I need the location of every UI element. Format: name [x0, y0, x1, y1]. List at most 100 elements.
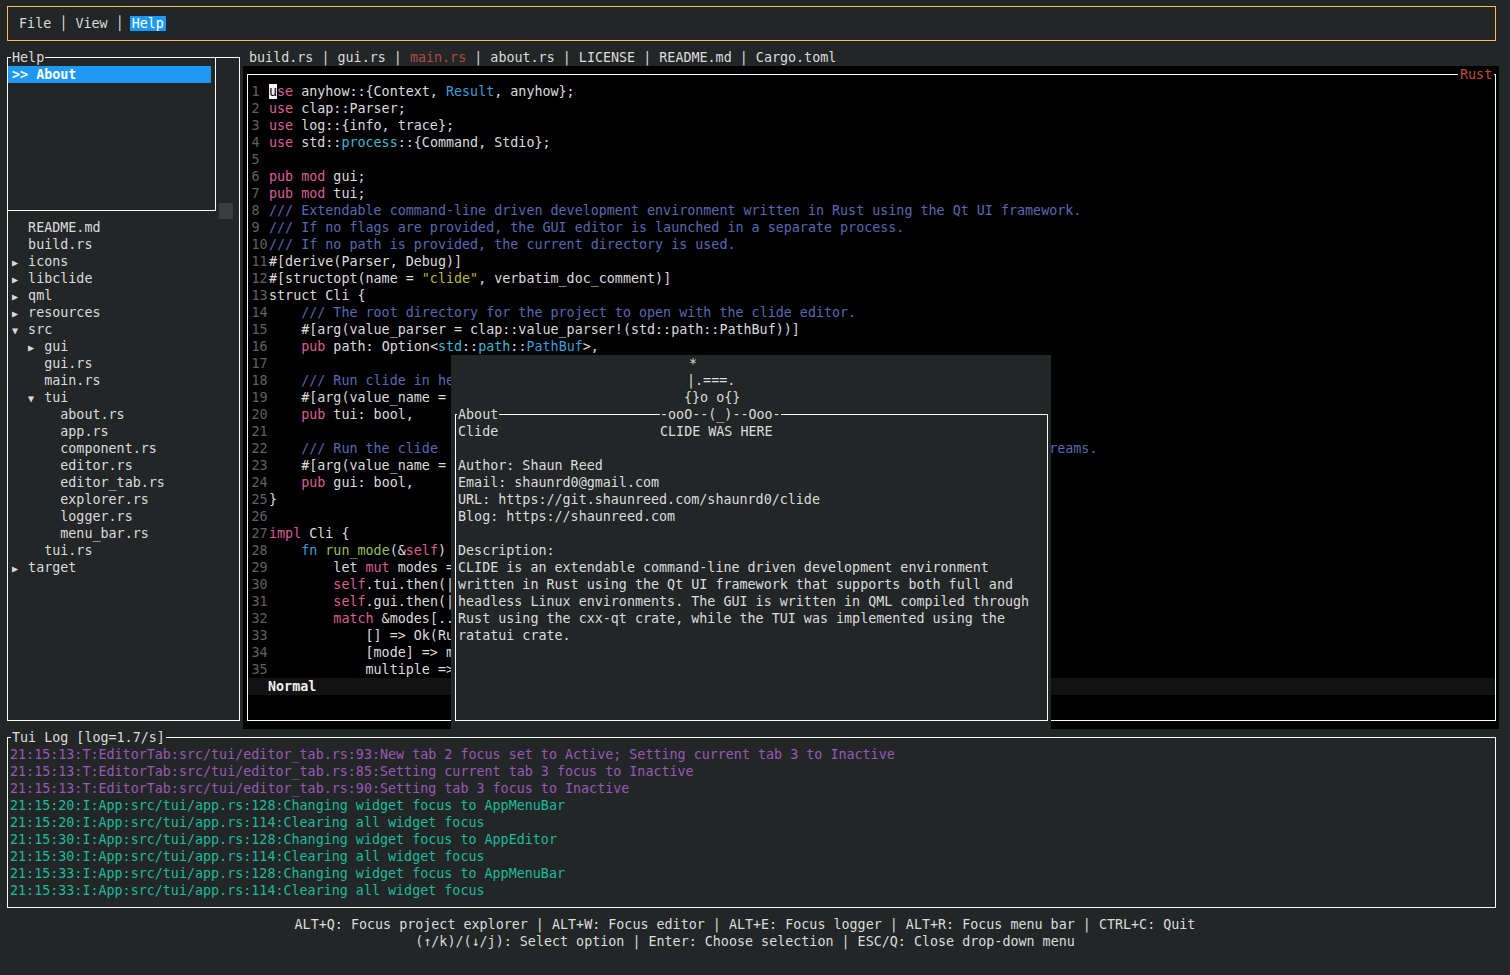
menu-item-view[interactable]: View — [75, 16, 107, 31]
menu-item-file[interactable]: File — [19, 16, 51, 31]
line-number: 14 — [252, 304, 268, 321]
log-entry-6: 21:15:30:I:App:src/tui/app.rs:128:Changi… — [10, 831, 895, 848]
code-line-11[interactable]: 11#[derive(Parser, Debug)] — [269, 253, 1097, 270]
tree-item-target[interactable]: ▶target — [5, 559, 235, 576]
tree-item-editor-tab-rs[interactable]: editor_tab.rs — [5, 474, 235, 491]
tab-separator: | — [313, 50, 337, 65]
about-dialog-frame — [455, 414, 1048, 721]
line-number: 3 — [252, 117, 260, 134]
tree-item-build-rs[interactable]: build.rs — [5, 236, 235, 253]
tree-item-resources[interactable]: ▶resources — [5, 304, 235, 321]
editor-tab-bar: build.rs | gui.rs | main.rs | about.rs |… — [249, 49, 836, 66]
line-number: 27 — [252, 525, 268, 542]
tree-item-tui[interactable]: ▼tui — [5, 389, 235, 406]
log-entry-4: 21:15:20:I:App:src/tui/app.rs:128:Changi… — [10, 797, 895, 814]
code-line-8[interactable]: 8/// Extendable command-line driven deve… — [269, 202, 1097, 219]
line-number: 19 — [252, 389, 268, 406]
tab-about-rs[interactable]: about.rs — [490, 50, 554, 65]
help-item-about[interactable]: >> About — [12, 66, 76, 83]
tab-build-rs[interactable]: build.rs — [249, 50, 313, 65]
line-number: 12 — [252, 270, 268, 287]
line-number: 23 — [252, 457, 268, 474]
tab-readme-md[interactable]: README.md — [659, 50, 731, 65]
code-line-6[interactable]: 6pub mod gui; — [269, 168, 1097, 185]
tree-item-about-rs[interactable]: about.rs — [5, 406, 235, 423]
tree-item-logger-rs[interactable]: logger.rs — [5, 508, 235, 525]
line-number: 9 — [252, 219, 260, 236]
tab-license[interactable]: LICENSE — [579, 50, 635, 65]
ascii-art-line2: |.===. — [687, 372, 735, 389]
tree-item-tui-rs[interactable]: tui.rs — [5, 542, 235, 559]
tab-separator: | — [466, 50, 490, 65]
code-line-7[interactable]: 7pub mod tui; — [269, 185, 1097, 202]
tree-item-explorer-rs[interactable]: explorer.rs — [5, 491, 235, 508]
tab-separator: | — [732, 50, 756, 65]
menu-item-help[interactable]: Help — [130, 16, 166, 31]
line-number: 10 — [252, 236, 268, 253]
tree-item-label: editor_tab.rs — [60, 475, 165, 490]
menu-separator: │ — [108, 16, 132, 31]
log-entry-3: 21:15:13:T:EditorTab:src/tui/editor_tab.… — [10, 780, 895, 797]
tree-item-label: menu_bar.rs — [60, 526, 148, 541]
tab-separator: | — [555, 50, 579, 65]
tree-item-gui-rs[interactable]: gui.rs — [5, 355, 235, 372]
log-entries: 21:15:13:T:EditorTab:src/tui/editor_tab.… — [10, 746, 895, 899]
tree-item-app-rs[interactable]: app.rs — [5, 423, 235, 440]
line-number: 11 — [252, 253, 268, 270]
chevron-right-icon: ▶ — [12, 305, 28, 322]
code-line-13[interactable]: 13struct Cli { — [269, 287, 1097, 304]
code-line-3[interactable]: 3use log::{info, trace}; — [269, 117, 1097, 134]
line-number: 30 — [252, 576, 268, 593]
line-number: 32 — [252, 610, 268, 627]
tree-item-label: target — [28, 560, 76, 575]
tab-cargo-toml[interactable]: Cargo.toml — [756, 50, 836, 65]
tree-item-icons[interactable]: ▶icons — [5, 253, 235, 270]
tree-item-gui[interactable]: ▶gui — [5, 338, 235, 355]
tree-item-menu-bar-rs[interactable]: menu_bar.rs — [5, 525, 235, 542]
tree-item-label: main.rs — [44, 373, 100, 388]
ascii-art-line4: -ooO--(_)--Ooo- — [660, 406, 781, 423]
line-number: 26 — [252, 508, 268, 525]
code-line-15[interactable]: 15 #[arg(value_parser = clap::value_pars… — [269, 321, 1097, 338]
tree-item-label: tui.rs — [44, 543, 92, 558]
language-badge: Rust — [1458, 66, 1494, 83]
cursor: u — [269, 84, 277, 99]
menu-bar — [7, 6, 1496, 41]
log-entry-5: 21:15:20:I:App:src/tui/app.rs:114:Cleari… — [10, 814, 895, 831]
line-number: 2 — [252, 100, 260, 117]
chevron-right-icon: ▶ — [12, 288, 28, 305]
tree-item-libclide[interactable]: ▶libclide — [5, 270, 235, 287]
log-entry-8: 21:15:33:I:App:src/tui/app.rs:128:Changi… — [10, 865, 895, 882]
explorer-scrollbar-thumb[interactable] — [219, 203, 233, 219]
tree-item-label: libclide — [28, 271, 92, 286]
tree-item-editor-rs[interactable]: editor.rs — [5, 457, 235, 474]
code-line-14[interactable]: 14 /// The root directory for the projec… — [269, 304, 1097, 321]
code-line-2[interactable]: 2use clap::Parser; — [269, 100, 1097, 117]
tree-item-readme-md[interactable]: README.md — [5, 219, 235, 236]
help-dropdown-title: Help — [11, 49, 45, 66]
tree-item-label: logger.rs — [60, 509, 132, 524]
code-line-5[interactable]: 5 — [269, 151, 1097, 168]
line-number: 4 — [252, 134, 260, 151]
line-number: 7 — [252, 185, 260, 202]
tab-main-rs[interactable]: main.rs — [410, 50, 466, 65]
tree-item-main-rs[interactable]: main.rs — [5, 372, 235, 389]
tree-item-label: resources — [28, 305, 100, 320]
tree-item-label: editor.rs — [60, 458, 132, 473]
chevron-right-icon: ▶ — [12, 560, 28, 577]
code-line-4[interactable]: 4use std::process::{Command, Stdio}; — [269, 134, 1097, 151]
tree-item-component-rs[interactable]: component.rs — [5, 440, 235, 457]
tab-gui-rs[interactable]: gui.rs — [338, 50, 386, 65]
line-number: 16 — [252, 338, 268, 355]
tree-item-src[interactable]: ▼src — [5, 321, 235, 338]
tree-item-qml[interactable]: ▶qml — [5, 287, 235, 304]
line-number: 13 — [252, 287, 268, 304]
code-line-1[interactable]: 1use anyhow::{Context, Result, anyhow}; — [269, 83, 1097, 100]
code-line-12[interactable]: 12#[structopt(name = "clide", verbatim_d… — [269, 270, 1097, 287]
code-line-9[interactable]: 9/// If no flags are provided, the GUI e… — [269, 219, 1097, 236]
tree-item-label: gui — [44, 339, 68, 354]
tree-item-label: gui.rs — [44, 356, 92, 371]
code-line-10[interactable]: 10/// If no path is provided, the curren… — [269, 236, 1097, 253]
code-line-16[interactable]: 16 pub path: Option<std::path::PathBuf>, — [269, 338, 1097, 355]
ascii-art-line3: {}o o{} — [684, 389, 740, 406]
